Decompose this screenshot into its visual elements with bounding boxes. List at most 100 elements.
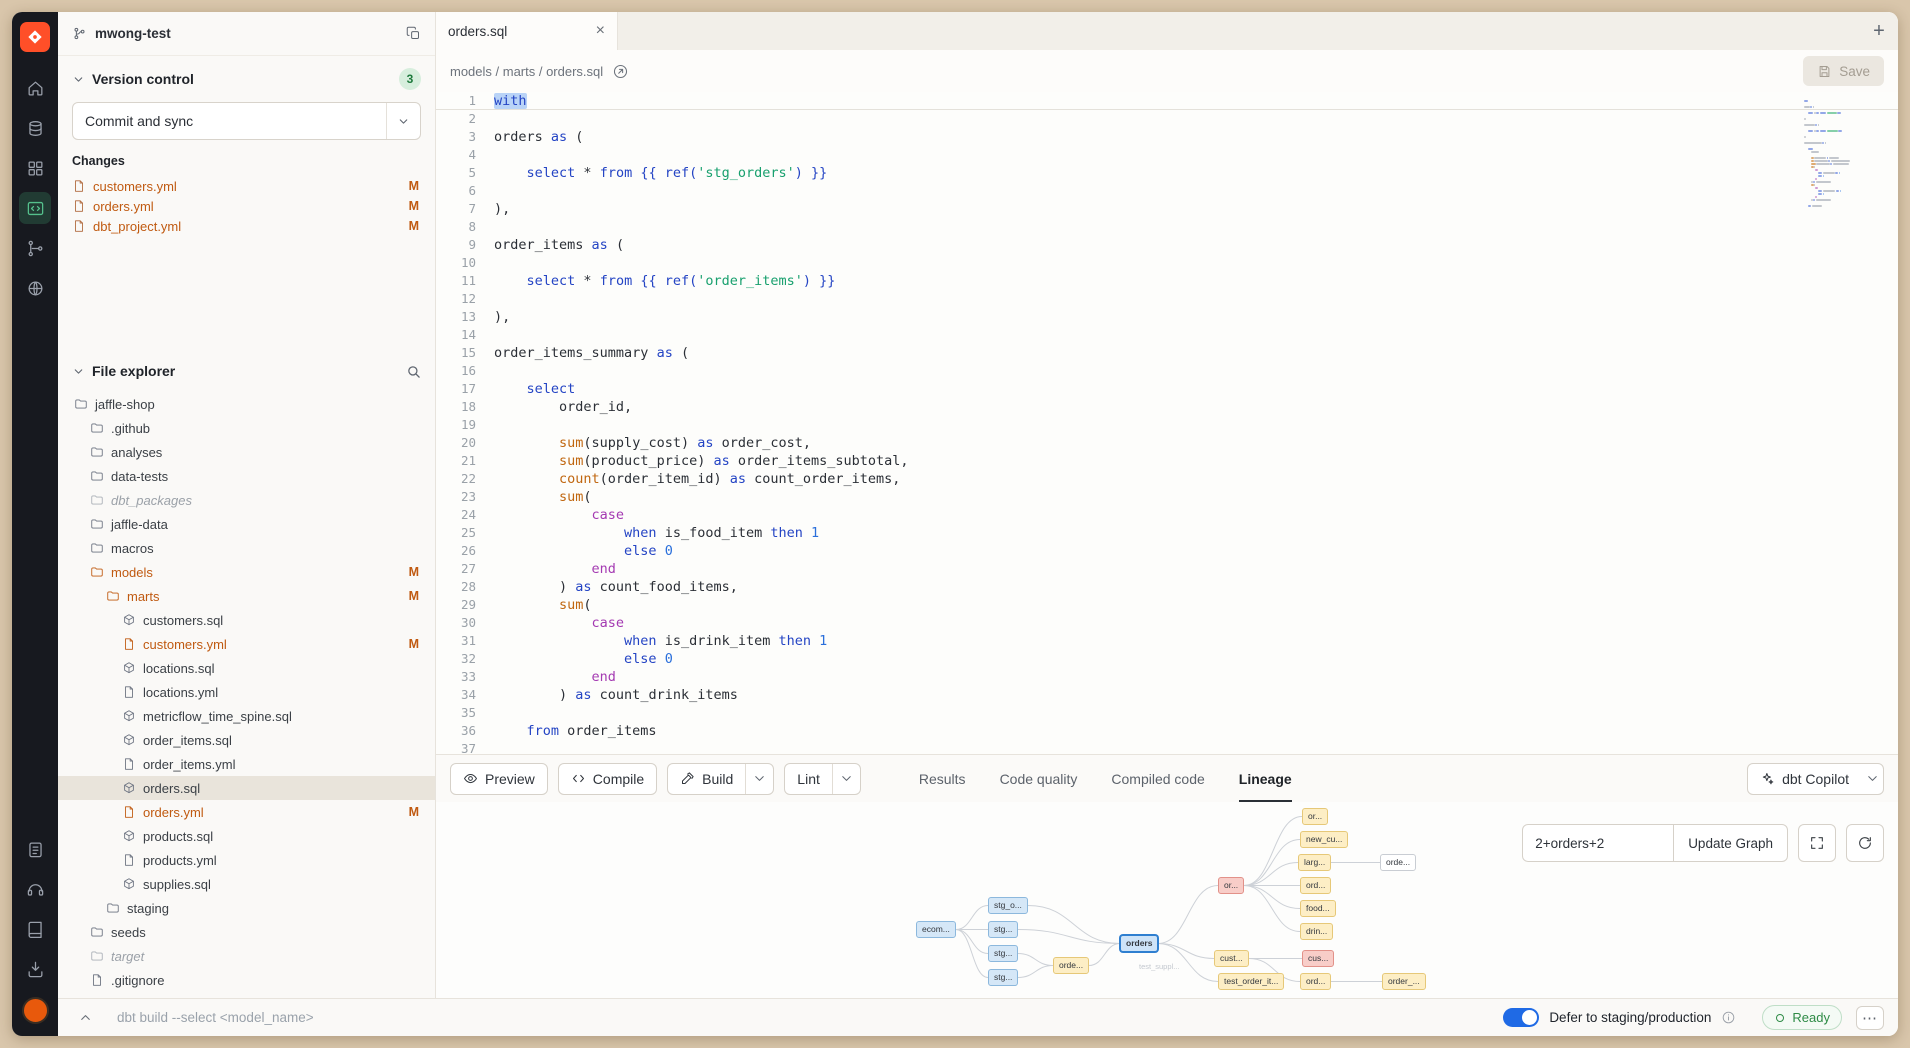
- file-tree-item[interactable]: orders.ymlM: [58, 800, 435, 824]
- version-control-header[interactable]: Version control 3: [72, 68, 421, 90]
- tab-results[interactable]: Results: [919, 755, 966, 802]
- save-button[interactable]: Save: [1803, 56, 1884, 86]
- lineage-node-ordi[interactable]: orde...: [1053, 957, 1089, 974]
- lineage-node-orderf[interactable]: order_...: [1382, 973, 1426, 990]
- file-tree-item[interactable]: data-tests: [58, 464, 435, 488]
- chevron-down-icon[interactable]: [386, 103, 420, 139]
- file-tree-item[interactable]: customers.sql: [58, 608, 435, 632]
- file-tree-item[interactable]: metricflow_time_spine.sql: [58, 704, 435, 728]
- file-tree-item[interactable]: macros: [58, 536, 435, 560]
- lineage-node-ordeg[interactable]: orde...: [1380, 854, 1416, 871]
- file-tree-item[interactable]: .gitignore: [58, 968, 435, 992]
- file-tree-item[interactable]: jaffle-shop: [58, 392, 435, 416]
- chevron-up-icon[interactable]: [78, 1010, 93, 1025]
- file-tree-item[interactable]: locations.yml: [58, 680, 435, 704]
- lineage-node-cust[interactable]: cust...: [1214, 950, 1249, 967]
- file-tree-item[interactable]: staging: [58, 896, 435, 920]
- new-tab-button[interactable]: +: [1860, 12, 1898, 50]
- lineage-node-larg[interactable]: larg...: [1298, 854, 1331, 871]
- close-icon[interactable]: ×: [596, 23, 605, 39]
- copilot-dropdown-chevron[interactable]: [1861, 764, 1883, 794]
- lineage-node-stg2[interactable]: stg...: [988, 921, 1018, 938]
- changed-file-row[interactable]: customers.ymlM: [72, 176, 421, 196]
- file-tree-item[interactable]: order_items.yml: [58, 752, 435, 776]
- defer-label: Defer to staging/production: [1549, 1010, 1711, 1025]
- lineage-node-stg3[interactable]: stg...: [988, 945, 1018, 962]
- tab-code-quality[interactable]: Code quality: [1000, 755, 1078, 802]
- docs-icon[interactable]: [19, 913, 51, 945]
- lineage-node-newcu[interactable]: new_cu...: [1300, 831, 1348, 848]
- lineage-node-stg1[interactable]: stg_o...: [988, 897, 1028, 914]
- refresh-button[interactable]: [1846, 824, 1884, 862]
- tab-orders-sql[interactable]: orders.sql ×: [436, 12, 618, 50]
- dbt-logo[interactable]: [20, 22, 50, 52]
- file-tree-item[interactable]: supplies.sql: [58, 872, 435, 896]
- overflow-menu-button[interactable]: ⋯: [1856, 1006, 1884, 1030]
- file-tree-item[interactable]: customers.ymlM: [58, 632, 435, 656]
- lineage-node-food[interactable]: food...: [1300, 900, 1336, 917]
- file-tree-item[interactable]: target: [58, 944, 435, 968]
- lineage-node-ory[interactable]: or...: [1302, 808, 1328, 825]
- update-graph-button[interactable]: Update Graph: [1673, 825, 1787, 861]
- model-icon: [122, 613, 136, 627]
- code-line: 30 case: [436, 614, 1898, 632]
- file-tree-item[interactable]: products.yml: [58, 848, 435, 872]
- preview-button[interactable]: Preview: [450, 763, 548, 795]
- commit-and-sync-select[interactable]: Commit and sync: [72, 102, 421, 140]
- develop-ide-icon[interactable]: [19, 192, 51, 224]
- compile-button[interactable]: Compile: [558, 763, 657, 795]
- lineage-selector-input[interactable]: 2+orders+2: [1523, 825, 1673, 861]
- file-tree-item[interactable]: dbt_packages: [58, 488, 435, 512]
- home-icon[interactable]: [19, 72, 51, 104]
- explore-icon[interactable]: [19, 272, 51, 304]
- lint-dropdown-chevron[interactable]: [832, 764, 860, 794]
- file-tree-item[interactable]: analyses: [58, 440, 435, 464]
- code-line: 26 else 0: [436, 542, 1898, 560]
- file-tree-item[interactable]: products.sql: [58, 824, 435, 848]
- file-tree-item[interactable]: order_items.sql: [58, 728, 435, 752]
- search-icon[interactable]: [406, 364, 421, 379]
- dbt-copilot-button[interactable]: dbt Copilot: [1747, 763, 1884, 795]
- minimap[interactable]: [1804, 100, 1884, 211]
- lineage-node-orders[interactable]: orders: [1120, 935, 1158, 952]
- lineage-node-ord1[interactable]: ord...: [1300, 877, 1331, 894]
- open-link-icon[interactable]: [612, 63, 629, 80]
- lineage-node-stg4[interactable]: stg...: [988, 969, 1018, 986]
- tab-lineage[interactable]: Lineage: [1239, 755, 1292, 802]
- defer-toggle[interactable]: [1503, 1008, 1539, 1027]
- changed-file-row[interactable]: orders.ymlM: [72, 196, 421, 216]
- lineage-node-drin[interactable]: drin...: [1300, 923, 1333, 940]
- notes-icon[interactable]: [19, 833, 51, 865]
- lineage-node-orpink[interactable]: or...: [1218, 877, 1244, 894]
- code-editor[interactable]: 1with23orders as (45 select * from {{ re…: [436, 92, 1898, 754]
- file-tree-item[interactable]: locations.sql: [58, 656, 435, 680]
- lineage-node-cusp[interactable]: cus...: [1302, 950, 1334, 967]
- file-explorer-header[interactable]: File explorer: [58, 356, 435, 386]
- support-icon[interactable]: [19, 873, 51, 905]
- lineage-node-testoi[interactable]: test_order_it...: [1218, 973, 1284, 990]
- fullscreen-button[interactable]: [1798, 824, 1836, 862]
- command-input[interactable]: dbt build --select <model_name>: [117, 1010, 314, 1025]
- file-tree-item[interactable]: seeds: [58, 920, 435, 944]
- copy-icon[interactable]: [406, 26, 421, 41]
- file-tree-item[interactable]: .github: [58, 416, 435, 440]
- orchestration-icon[interactable]: [19, 232, 51, 264]
- build-button[interactable]: Build: [667, 763, 774, 795]
- file-tree-item[interactable]: jaffle-data: [58, 512, 435, 536]
- build-dropdown-chevron[interactable]: [745, 764, 773, 794]
- lineage-node-ord2[interactable]: ord...: [1300, 973, 1331, 990]
- lineage-node-testsup[interactable]: test_suppl...: [1133, 959, 1185, 975]
- changed-file-row[interactable]: dbt_project.ymlM: [72, 216, 421, 236]
- lineage-node-ecom[interactable]: ecom...: [916, 921, 956, 938]
- file-tree-item[interactable]: orders.sql: [58, 776, 435, 800]
- lint-button[interactable]: Lint: [784, 763, 861, 795]
- line-number: 14: [436, 326, 494, 344]
- install-icon[interactable]: [19, 953, 51, 985]
- info-icon[interactable]: [1721, 1010, 1736, 1025]
- tab-compiled-code[interactable]: Compiled code: [1111, 755, 1204, 802]
- apps-grid-icon[interactable]: [19, 152, 51, 184]
- file-tree-item[interactable]: modelsM: [58, 560, 435, 584]
- user-avatar[interactable]: [22, 997, 49, 1024]
- warehouse-icon[interactable]: [19, 112, 51, 144]
- file-tree-item[interactable]: martsM: [58, 584, 435, 608]
